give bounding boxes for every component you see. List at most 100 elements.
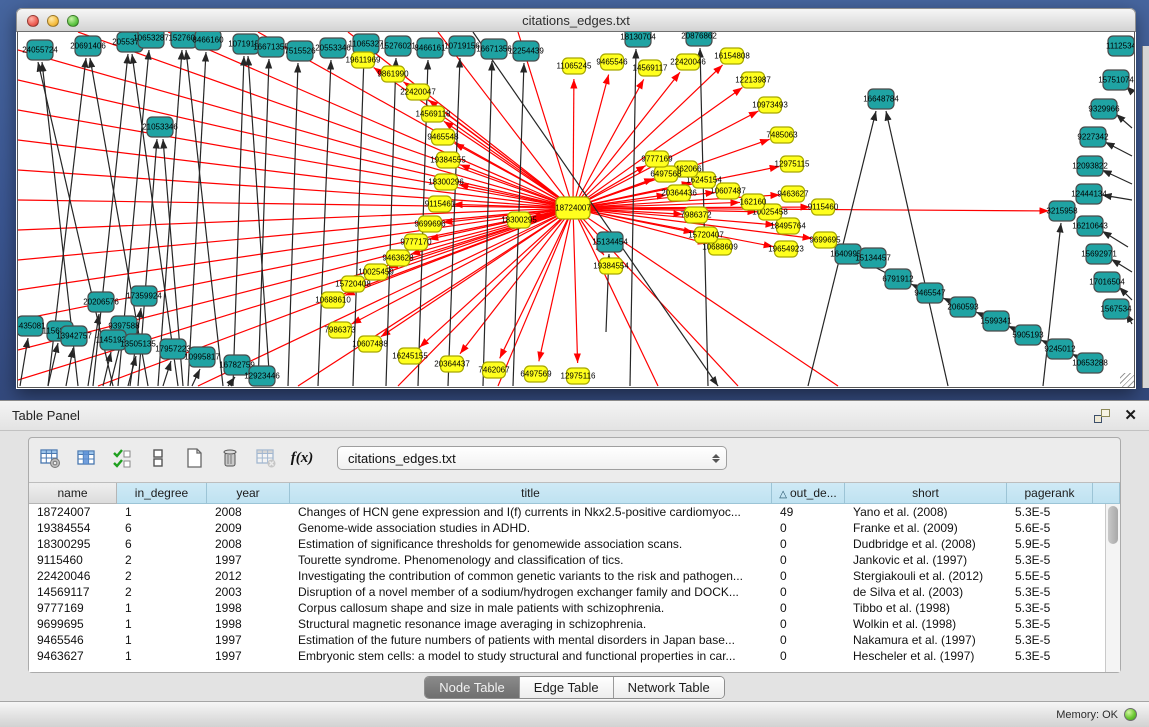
column-checklist-icon[interactable] [109, 445, 135, 471]
table-row[interactable]: 969969511998Structural magnetic resonanc… [29, 616, 1105, 632]
graph-node[interactable]: 7986372 [680, 207, 712, 223]
graph-node[interactable]: 16154808 [714, 48, 750, 64]
table-cell[interactable]: 0 [772, 584, 845, 600]
table-selector-dropdown[interactable]: citations_edges.txt [337, 446, 727, 470]
column-header-year[interactable]: year [207, 483, 290, 504]
citation-edge-red[interactable] [573, 75, 609, 208]
table-cell[interactable]: 1 [117, 632, 207, 648]
graph-node[interactable]: 9465546 [596, 54, 628, 70]
tab-network-table[interactable]: Network Table [614, 677, 724, 698]
graph-node[interactable]: 12975116 [561, 368, 597, 384]
float-window-icon[interactable] [1094, 409, 1110, 423]
graph-node[interactable]: 9463628 [382, 250, 414, 266]
table-cell[interactable]: 6 [117, 536, 207, 552]
graph-node[interactable]: 15692971 [1081, 244, 1117, 264]
table-cell[interactable]: 5.3E-5 [1007, 648, 1093, 664]
citation-edge-black[interactable] [1119, 287, 1132, 300]
table-cell[interactable]: de Silva et al. (2003) [845, 584, 1007, 600]
column-header-short[interactable]: short [845, 483, 1007, 504]
table-cell[interactable]: Dudbridge et al. (2008) [845, 536, 1007, 552]
table-cell[interactable]: 1997 [207, 552, 290, 568]
graph-node[interactable]: 13942757 [56, 326, 92, 346]
table-cell[interactable]: 2008 [207, 536, 290, 552]
graph-node[interactable]: 18724007 [555, 197, 591, 219]
table-cell[interactable]: 5.6E-5 [1007, 520, 1093, 536]
graph-node[interactable]: 9465548 [427, 129, 459, 145]
table-cell[interactable]: Stergiakouli et al. (2012) [845, 568, 1007, 584]
graph-node[interactable]: 6497568 [650, 166, 682, 182]
graph-node[interactable]: 21053346 [142, 117, 178, 137]
table-cell[interactable]: Tourette syndrome. Phenomenology and cla… [290, 552, 772, 568]
graph-node[interactable]: 20691406 [70, 36, 106, 56]
graph-node[interactable]: 8466160 [192, 32, 224, 50]
table-cell[interactable]: 9465546 [29, 632, 117, 648]
graph-node[interactable]: 7485063 [766, 127, 798, 143]
memory-status-icon[interactable] [1124, 708, 1137, 721]
graph-node[interactable]: 9463627 [777, 186, 809, 202]
table-cell[interactable]: 2008 [207, 504, 290, 520]
citation-edge-black[interactable] [186, 50, 223, 386]
table-cell[interactable]: 9699695 [29, 616, 117, 632]
graph-node[interactable]: 15751074 [1098, 70, 1134, 90]
close-panel-icon[interactable]: ✕ [1124, 409, 1137, 423]
graph-node[interactable]: 15134454 [592, 232, 628, 252]
row-selection-icon[interactable] [145, 445, 171, 471]
column-header-pagerank[interactable]: pagerank [1007, 483, 1093, 504]
citation-edge-black[interactable] [1111, 259, 1132, 272]
graph-node[interactable]: 9227342 [1077, 127, 1109, 147]
graph-node[interactable]: 10719156 [444, 36, 480, 56]
table-cell[interactable]: Tibbo et al. (1998) [845, 600, 1007, 616]
graph-node[interactable]: 9329966 [1088, 99, 1120, 119]
citation-edge-black[interactable] [288, 63, 298, 386]
graph-node[interactable]: 9777169 [641, 151, 673, 167]
minimize-window-icon[interactable] [47, 15, 59, 27]
table-cell[interactable]: 5.3E-5 [1007, 552, 1093, 568]
citation-edge-black[interactable] [1116, 114, 1132, 128]
table-cell[interactable]: 5.9E-5 [1007, 536, 1093, 552]
graph-node[interactable]: 9861990 [377, 66, 409, 82]
graph-node[interactable]: 17016504 [1089, 272, 1125, 292]
table-cell[interactable]: 0 [772, 568, 845, 584]
citation-edge-black[interactable] [483, 61, 492, 386]
table-cell[interactable]: 0 [772, 520, 845, 536]
citation-edge-red[interactable] [498, 208, 573, 386]
table-cell[interactable]: Structural magnetic resonance image aver… [290, 616, 772, 632]
table-cell[interactable]: 2 [117, 568, 207, 584]
table-cell[interactable]: 2003 [207, 584, 290, 600]
column-header-title[interactable]: title [290, 483, 772, 504]
tab-node-table[interactable]: Node Table [425, 677, 520, 698]
graph-node[interactable]: 20206576 [83, 292, 119, 312]
graph-node[interactable]: 12975115 [775, 156, 811, 172]
delete-column-icon[interactable] [217, 445, 243, 471]
citation-edge-black[interactable] [103, 352, 111, 386]
table-cell[interactable]: 0 [772, 648, 845, 664]
graph-node[interactable]: 9115460 [808, 199, 839, 215]
table-cell[interactable]: 1 [117, 504, 207, 520]
table-cell[interactable]: 6 [117, 520, 207, 536]
select-columns-icon[interactable] [73, 445, 99, 471]
graph-node[interactable]: 12444134 [1071, 184, 1107, 204]
graph-node[interactable]: 18130704 [620, 32, 656, 47]
table-cell[interactable]: 22420046 [29, 568, 117, 584]
graph-node[interactable]: 16245155 [392, 348, 428, 364]
table-row[interactable]: 2242004622012Investigating the contribut… [29, 568, 1105, 584]
citation-edge-red[interactable] [573, 208, 578, 363]
table-cell[interactable]: 5.5E-5 [1007, 568, 1093, 584]
graph-node[interactable]: 8466161 [414, 38, 446, 58]
citation-edge-black[interactable] [163, 361, 171, 386]
table-cell[interactable]: 2 [117, 552, 207, 568]
graph-node[interactable]: 12923446 [244, 366, 280, 386]
citation-edge-red[interactable] [420, 208, 573, 347]
table-cell[interactable]: 18300295 [29, 536, 117, 552]
table-cell[interactable]: Wolkin et al. (1998) [845, 616, 1007, 632]
table-cell[interactable]: 1998 [207, 616, 290, 632]
window-resize-grip[interactable] [1120, 373, 1134, 387]
table-cell[interactable]: 49 [772, 504, 845, 520]
citation-edge-black[interactable] [228, 377, 235, 386]
table-cell[interactable]: Genome-wide association studies in ADHD. [290, 520, 772, 536]
graph-node[interactable]: 10653287 [133, 32, 169, 48]
table-cell[interactable]: Disruption of a novel member of a sodium… [290, 584, 772, 600]
graph-node[interactable]: 11065327 [349, 34, 385, 54]
table-cell[interactable]: 1 [117, 648, 207, 664]
graph-node[interactable]: 10653288 [1072, 353, 1108, 373]
